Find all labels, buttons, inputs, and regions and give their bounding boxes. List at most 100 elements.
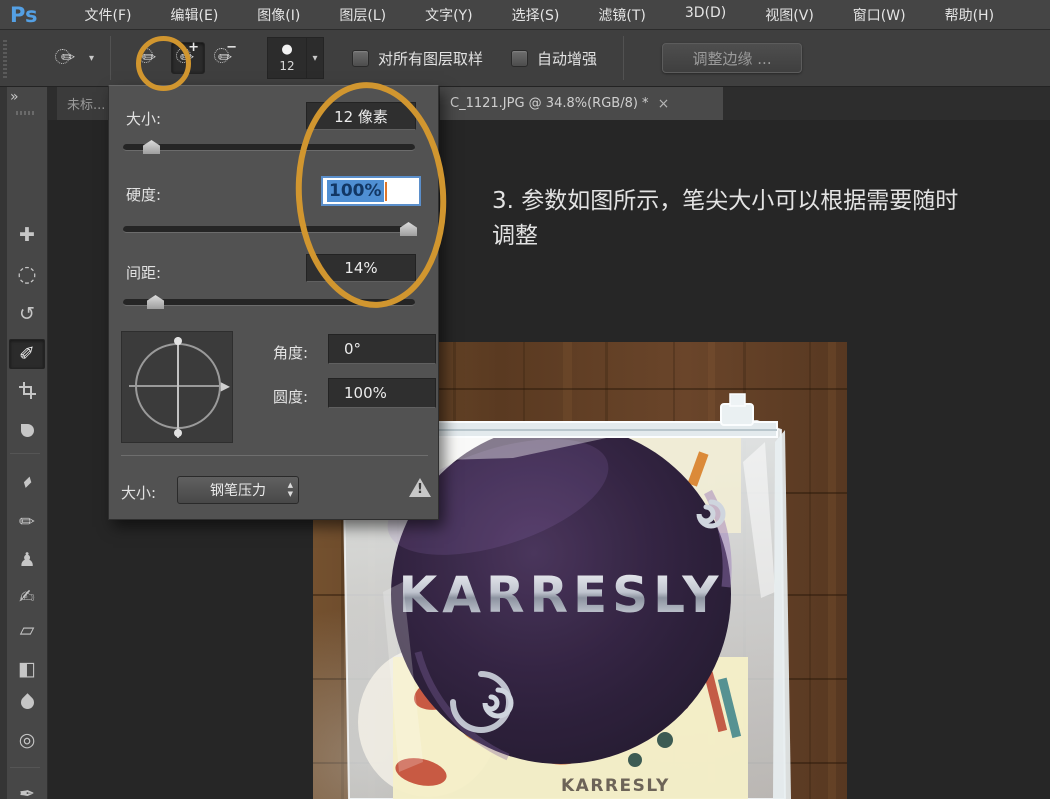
- menu-type[interactable]: 文字(Y): [425, 5, 472, 25]
- menu-help[interactable]: 帮助(H): [945, 5, 994, 25]
- dial-arrow-icon: ▶: [221, 379, 230, 393]
- brush-preset-preview[interactable]: ● 12: [267, 37, 307, 79]
- toolbar-grip[interactable]: [16, 111, 34, 115]
- paint-bucket-tool-icon: ◧: [18, 660, 36, 679]
- warning-icon: !: [409, 478, 431, 497]
- elliptical-marquee-tool[interactable]: ◌: [9, 260, 45, 290]
- menu-view[interactable]: 视图(V): [765, 5, 814, 25]
- annotation-circle: [136, 36, 191, 91]
- crop-tool[interactable]: [9, 375, 45, 405]
- spot-healing-brush-tool[interactable]: ▰: [9, 467, 45, 497]
- collapse-panel-icon[interactable]: »: [10, 89, 17, 105]
- brush-angle-dial[interactable]: ▶: [121, 331, 233, 443]
- quick-selection-tool[interactable]: ✐: [9, 339, 45, 369]
- menu-filter[interactable]: 滤镜(T): [598, 5, 645, 25]
- tab-untitled[interactable]: 未标...: [57, 87, 109, 120]
- size-control-value: 钢笔压力: [210, 480, 266, 500]
- brush-tip-dot-icon: ●: [281, 44, 292, 56]
- crop-tool-icon: [19, 382, 36, 399]
- angle-label: 角度:: [273, 342, 308, 363]
- history-brush-tool[interactable]: ✍: [9, 582, 45, 612]
- auto-enhance-group: 自动增强: [511, 48, 597, 69]
- quick-selection-tool-icon: ✐: [19, 345, 35, 364]
- hardness-label: 硬度:: [126, 184, 161, 205]
- menu-layer[interactable]: 图层(L): [339, 5, 386, 25]
- refine-edge-button[interactable]: 调整边缘 ...: [662, 43, 802, 73]
- lasso-tool[interactable]: ↺: [9, 299, 45, 329]
- size-control-dropdown[interactable]: 钢笔压力 ▲ ▼: [177, 476, 299, 504]
- toolbar-divider: [10, 767, 40, 768]
- brush-preset-picker[interactable]: ● 12 ▾: [267, 37, 324, 79]
- minus-badge-icon: −: [226, 40, 237, 55]
- spinner-down-icon: ▼: [288, 490, 293, 499]
- menu-select[interactable]: 选择(S): [512, 5, 560, 25]
- tutorial-note: 3. 参数如图所示，笔尖大小可以根据需要随时 调整: [492, 184, 1040, 254]
- tab-title: C_1121.JPG @ 34.8%(RGB/8) *: [450, 96, 649, 111]
- brush-size-value: 12: [279, 59, 294, 73]
- selection-mode-subtract-button[interactable]: ✏ −: [209, 42, 243, 74]
- eraser-tool[interactable]: ▱: [9, 615, 45, 645]
- clone-stamp-tool-icon: ♟: [18, 551, 35, 570]
- photoshop-window: Ps 文件(F) 编辑(E) 图像(I) 图层(L) 文字(Y) 选择(S) 滤…: [0, 0, 1050, 799]
- brush-tool[interactable]: ✏: [9, 507, 45, 537]
- spacing-label: 间距:: [126, 262, 161, 283]
- brush-preset-caret-button[interactable]: ▾: [307, 37, 324, 79]
- tools-panel: » ✚ ◌ ↺ ✐ ▰ ✏ ♟ ✍ ▱ ◧ ◎: [0, 87, 48, 799]
- menu-file[interactable]: 文件(F): [85, 5, 132, 25]
- menu-window[interactable]: 窗口(W): [853, 5, 906, 25]
- menu-image[interactable]: 图像(I): [257, 5, 300, 25]
- panel-divider: [121, 455, 428, 456]
- brush-tool-icon: ✏: [19, 513, 35, 532]
- pen-tool-icon: ✒: [19, 785, 35, 799]
- spinner-up-icon: ▲: [288, 481, 293, 490]
- menu-3d[interactable]: 3D(D): [685, 5, 726, 25]
- tab-active-document[interactable]: C_1121.JPG @ 34.8%(RGB/8) * ×: [440, 87, 723, 120]
- sample-all-layers-checkbox[interactable]: [352, 50, 369, 67]
- plus-badge-icon: +: [188, 40, 199, 55]
- eyedropper-tool[interactable]: [9, 415, 45, 445]
- auto-enhance-label: 自动增强: [537, 48, 597, 69]
- angle-value-box[interactable]: 0°: [328, 334, 436, 364]
- tool-preset-button[interactable]: ✏: [53, 43, 83, 73]
- menu-items: 文件(F) 编辑(E) 图像(I) 图层(L) 文字(Y) 选择(S) 滤镜(T…: [85, 5, 995, 25]
- close-tab-icon[interactable]: ×: [658, 96, 670, 112]
- photoshop-logo: Ps: [10, 3, 38, 27]
- roundness-label: 圆度:: [273, 386, 308, 407]
- toolbar-edge-strip: [0, 87, 7, 799]
- sample-all-layers-group: 对所有图层取样: [352, 48, 483, 69]
- roundness-value-box[interactable]: 100%: [328, 378, 436, 408]
- quick-selection-brush-icon: ✏: [61, 48, 75, 68]
- history-brush-tool-icon: ✍: [19, 588, 35, 607]
- menu-edit[interactable]: 编辑(E): [171, 5, 219, 25]
- spacing-slider-thumb[interactable]: [147, 295, 164, 309]
- separator: [623, 36, 624, 80]
- tool-preset-caret-icon[interactable]: ▾: [89, 53, 94, 64]
- size-slider-thumb[interactable]: [143, 140, 160, 154]
- menu-bar: Ps 文件(F) 编辑(E) 图像(I) 图层(L) 文字(Y) 选择(S) 滤…: [0, 0, 1050, 30]
- options-bar-grip[interactable]: [3, 38, 7, 78]
- move-tool[interactable]: ✚: [9, 220, 45, 250]
- dial-top-handle[interactable]: [174, 337, 182, 345]
- size-label: 大小:: [126, 108, 161, 129]
- sample-all-layers-label: 对所有图层取样: [378, 48, 483, 69]
- move-tool-icon: ✚: [19, 226, 35, 245]
- healing-brush-tool-icon: ▰: [18, 473, 36, 491]
- dial-bottom-handle[interactable]: [174, 429, 182, 437]
- blur-tool-icon: [18, 693, 36, 711]
- pen-tool[interactable]: ✒: [9, 779, 45, 799]
- spinner-icon: ▲ ▼: [288, 481, 293, 499]
- chevron-down-icon: ▾: [313, 53, 318, 64]
- dial-vertical-line: [177, 337, 179, 438]
- auto-enhance-checkbox[interactable]: [511, 50, 528, 67]
- tutorial-note-line1: 3. 参数如图所示，笔尖大小可以根据需要随时: [492, 184, 1040, 219]
- blur-tool[interactable]: [9, 687, 45, 717]
- lasso-tool-icon: ↺: [19, 305, 35, 324]
- paint-bucket-tool[interactable]: ◧: [9, 654, 45, 684]
- tutorial-note-line2: 调整: [492, 219, 1040, 254]
- dodge-tool[interactable]: ◎: [9, 725, 45, 755]
- toolbar-divider: [10, 453, 40, 454]
- marquee-tool-icon: ◌: [17, 264, 36, 286]
- clone-stamp-tool[interactable]: ♟: [9, 545, 45, 575]
- eyedropper-tool-icon: [21, 424, 34, 437]
- dodge-tool-icon: ◎: [19, 731, 36, 750]
